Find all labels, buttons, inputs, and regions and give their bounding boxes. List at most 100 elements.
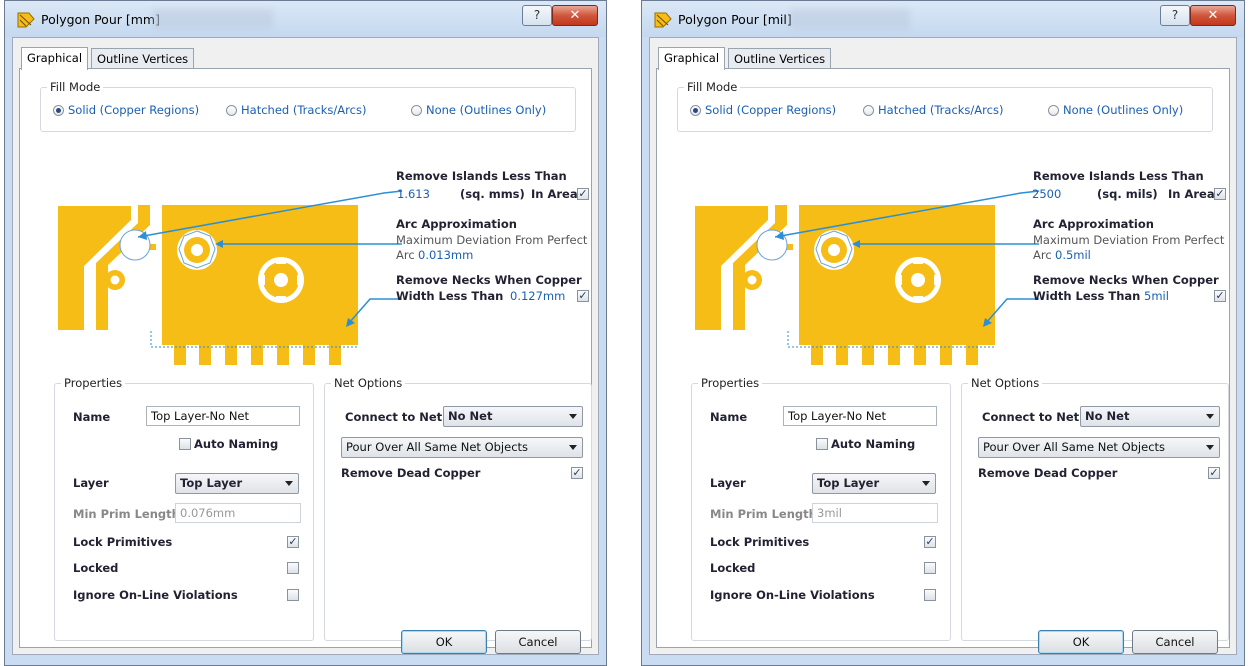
layer-select[interactable]: Top Layer <box>812 473 936 494</box>
tab-graphical[interactable]: Graphical <box>658 47 726 70</box>
name-label: Name <box>710 410 748 424</box>
graphical-tab-panel: Fill Mode Solid (Copper Regions) Hatched… <box>656 68 1230 648</box>
dropdown-arrow-icon <box>1206 414 1214 419</box>
name-input[interactable]: Top Layer-No Net <box>783 406 937 426</box>
lock-primitives-label: Lock Primitives <box>710 535 810 549</box>
dropdown-arrow-icon <box>569 414 577 419</box>
necks-checkbox[interactable]: ✓ <box>577 290 589 302</box>
radio-hatched-label: Hatched (Tracks/Arcs) <box>878 103 1004 117</box>
pour-over-select[interactable]: Pour Over All Same Net Objects <box>978 437 1220 458</box>
ok-button[interactable]: OK <box>401 630 487 654</box>
radio-indicator <box>411 104 422 116</box>
arc-approx-label: Arc Approximation <box>396 217 517 231</box>
checkmark-icon: ✓ <box>572 466 582 479</box>
graphical-tab-panel: Fill Mode Solid (Copper Regions) Hatched… <box>19 68 592 648</box>
radio-indicator <box>863 104 874 116</box>
remove-dead-copper-label: Remove Dead Copper <box>341 466 481 480</box>
close-button[interactable]: ✕ <box>552 5 598 26</box>
connect-to-net-label: Connect to Net <box>982 410 1080 424</box>
connect-to-net-label: Connect to Net <box>345 410 443 424</box>
pour-over-value: Pour Over All Same Net Objects <box>983 440 1166 454</box>
locked-checkbox[interactable] <box>287 562 299 574</box>
necks-width-label: Width Less Than <box>396 289 504 303</box>
title-bar: Polygon Pour [mil] ? ✕ <box>642 1 1244 37</box>
islands-value[interactable]: 1.613 <box>397 187 430 201</box>
pour-over-value: Pour Over All Same Net Objects <box>346 440 529 454</box>
help-icon: ? <box>533 8 541 22</box>
radio-solid[interactable]: Solid (Copper Regions) <box>53 103 199 117</box>
close-button[interactable]: ✕ <box>1190 5 1236 26</box>
connect-to-net-value: No Net <box>1085 409 1130 423</box>
radio-hatched-label: Hatched (Tracks/Arcs) <box>241 103 367 117</box>
name-label: Name <box>73 410 111 424</box>
pour-over-select[interactable]: Pour Over All Same Net Objects <box>341 437 583 458</box>
remove-dead-copper-checkbox[interactable]: ✓ <box>1208 467 1220 479</box>
polygon-pour-dialog-mm: Polygon Pour [mm] ? ✕ Graphical Outline … <box>4 0 607 666</box>
auto-naming-label: Auto Naming <box>194 437 279 451</box>
ignore-violations-label: Ignore On-Line Violations <box>710 588 875 602</box>
arc-approx-value[interactable]: 0.5mil <box>1055 248 1091 262</box>
layer-label: Layer <box>710 476 746 490</box>
locked-label: Locked <box>73 561 119 575</box>
auto-naming-checkbox[interactable] <box>816 438 828 450</box>
tab-outline-vertices[interactable]: Outline Vertices <box>728 48 832 69</box>
islands-checkbox[interactable]: ✓ <box>577 188 589 200</box>
ignore-violations-label: Ignore On-Line Violations <box>73 588 238 602</box>
locked-label: Locked <box>710 561 756 575</box>
auto-naming-checkbox[interactable] <box>179 438 191 450</box>
islands-value[interactable]: 2500 <box>1032 187 1061 201</box>
connect-to-net-select[interactable]: No Net <box>1080 406 1220 427</box>
arc-approx-value[interactable]: 0.013mm <box>418 248 473 262</box>
help-button[interactable]: ? <box>522 5 552 26</box>
ok-button[interactable]: OK <box>1038 630 1124 654</box>
dialog-title: Polygon Pour [mm] <box>41 12 160 27</box>
islands-in-area: In Area <box>1168 187 1215 201</box>
connect-to-net-select[interactable]: No Net <box>443 406 583 427</box>
auto-naming-label: Auto Naming <box>831 437 916 451</box>
min-prim-length-input[interactable]: 3mil <box>812 503 938 523</box>
radio-none[interactable]: None (Outlines Only) <box>1048 103 1183 117</box>
radio-none[interactable]: None (Outlines Only) <box>411 103 546 117</box>
tab-graphical[interactable]: Graphical <box>21 47 89 70</box>
dropdown-arrow-icon <box>1206 445 1214 450</box>
ignore-violations-checkbox[interactable] <box>924 589 936 601</box>
locked-checkbox[interactable] <box>924 562 936 574</box>
remove-dead-copper-checkbox[interactable]: ✓ <box>571 467 583 479</box>
necks-checkbox[interactable]: ✓ <box>1214 290 1226 302</box>
cancel-button[interactable]: Cancel <box>495 630 581 654</box>
properties-group: Properties Name Top Layer-No Net Auto Na… <box>54 376 314 641</box>
islands-label: Remove Islands Less Than <box>1033 169 1204 183</box>
dialog-client-area: Graphical Outline Vertices Fill Mode Sol… <box>12 37 599 655</box>
properties-label: Properties <box>698 376 763 390</box>
radio-indicator <box>690 104 701 116</box>
checkmark-icon: ✓ <box>1215 187 1225 200</box>
radio-solid[interactable]: Solid (Copper Regions) <box>690 103 836 117</box>
min-prim-length-input[interactable]: 0.076mm <box>175 503 301 523</box>
lock-primitives-checkbox[interactable]: ✓ <box>287 536 299 548</box>
islands-label: Remove Islands Less Than <box>396 169 567 183</box>
cancel-button[interactable]: Cancel <box>1132 630 1218 654</box>
checkmark-icon: ✓ <box>1215 289 1225 302</box>
min-prim-length-label: Min Prim Length <box>73 507 180 521</box>
dropdown-arrow-icon <box>922 481 930 486</box>
radio-hatched[interactable]: Hatched (Tracks/Arcs) <box>226 103 366 117</box>
lock-primitives-checkbox[interactable]: ✓ <box>924 536 936 548</box>
ignore-violations-checkbox[interactable] <box>287 589 299 601</box>
help-icon: ? <box>1171 8 1179 22</box>
necks-value[interactable]: 0.127mm <box>510 289 565 303</box>
polygon-pour-icon <box>654 12 672 28</box>
islands-checkbox[interactable]: ✓ <box>1214 188 1226 200</box>
tab-outline-vertices[interactable]: Outline Vertices <box>91 48 195 69</box>
net-options-group: Net Options Connect to Net No Net Pour O… <box>961 376 1229 641</box>
necks-value[interactable]: 5mil <box>1144 289 1169 303</box>
layer-select[interactable]: Top Layer <box>175 473 299 494</box>
help-button[interactable]: ? <box>1160 5 1190 26</box>
radio-solid-label: Solid (Copper Regions) <box>705 103 837 117</box>
connect-to-net-value: No Net <box>448 409 493 423</box>
net-options-label: Net Options <box>331 376 406 390</box>
radio-hatched[interactable]: Hatched (Tracks/Arcs) <box>863 103 1003 117</box>
radio-indicator <box>226 104 237 116</box>
islands-in-area: In Area <box>531 187 578 201</box>
name-input[interactable]: Top Layer-No Net <box>146 406 300 426</box>
fill-mode-group: Fill Mode Solid (Copper Regions) Hatched… <box>677 80 1213 132</box>
